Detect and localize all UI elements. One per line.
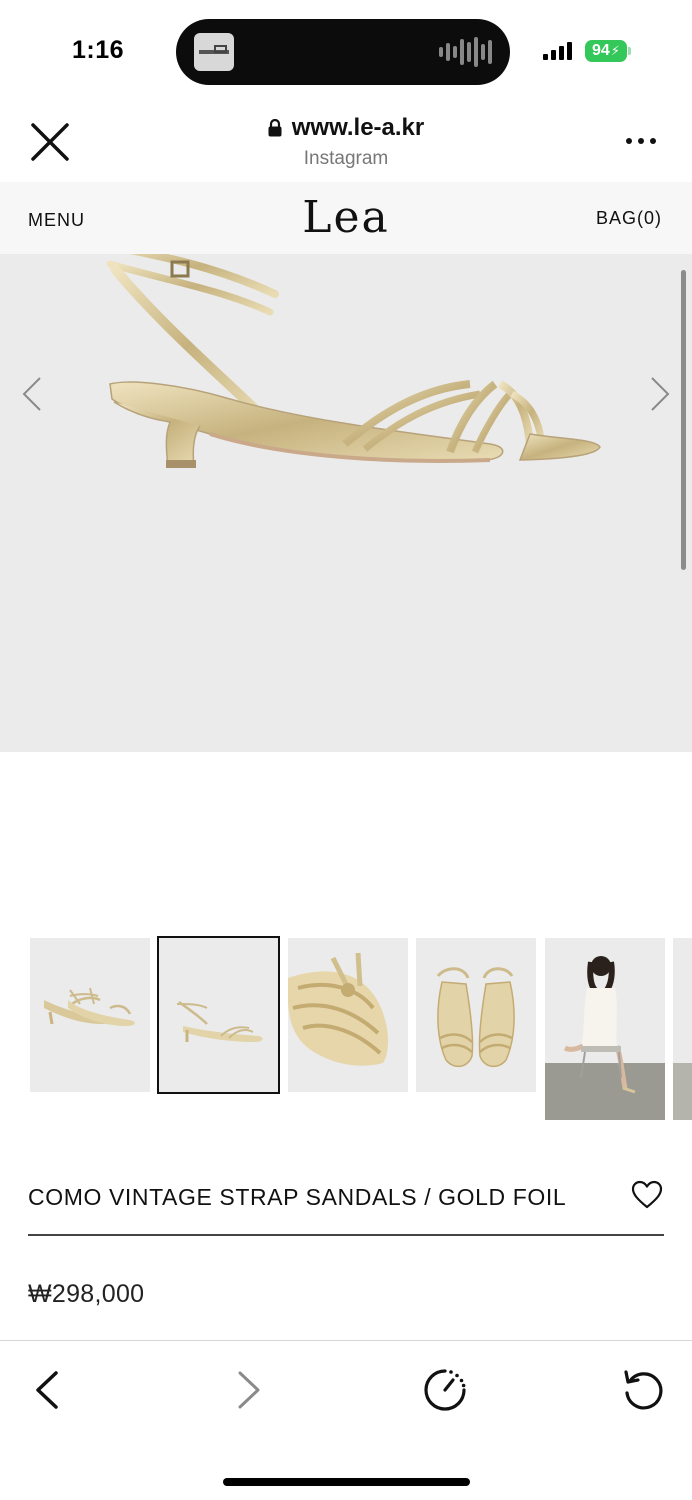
battery-level: 94 xyxy=(592,42,610,59)
site-logo[interactable]: Lea xyxy=(0,192,692,243)
browser-header: www.le-a.kr Instagram xyxy=(0,100,692,182)
now-playing-thumbnail xyxy=(194,33,234,71)
thumbnail-2[interactable] xyxy=(157,936,280,1094)
product-price: ₩298,000 xyxy=(28,1280,145,1308)
product-title: COMO VINTAGE STRAP SANDALS / GOLD FOIL xyxy=(28,1184,567,1210)
thumbnail-3[interactable] xyxy=(288,938,408,1092)
thumbnail-5[interactable] xyxy=(545,938,665,1120)
browser-toolbar xyxy=(0,1340,692,1500)
lock-icon xyxy=(268,119,282,137)
heart-icon[interactable] xyxy=(631,1180,663,1210)
bag-link[interactable]: BAG(0) xyxy=(596,208,662,229)
reload-icon[interactable] xyxy=(618,1365,668,1415)
site-navigation: MENU Lea BAG(0) xyxy=(0,182,692,254)
title-divider xyxy=(28,1234,664,1236)
chevron-right-icon[interactable] xyxy=(222,1365,272,1415)
home-indicator[interactable] xyxy=(223,1478,470,1486)
audio-wave-icon xyxy=(439,37,492,67)
more-icon[interactable] xyxy=(626,138,656,144)
battery-indicator: 94 ⚡ xyxy=(585,40,627,62)
thumbnail-strip xyxy=(0,936,692,1126)
sandal-photo xyxy=(106,254,601,468)
product-main-image[interactable] xyxy=(0,254,692,752)
previous-image-icon[interactable] xyxy=(18,374,46,414)
timer-icon[interactable] xyxy=(420,1365,470,1415)
thumbnail-1[interactable] xyxy=(30,938,150,1092)
source-app-label: Instagram xyxy=(303,148,389,169)
page-scrollbar[interactable] xyxy=(681,270,686,570)
thumbnail-6[interactable] xyxy=(673,938,692,1120)
url-text: www.le-a.kr xyxy=(291,114,425,141)
dynamic-island[interactable] xyxy=(176,19,510,85)
status-time: 1:16 xyxy=(72,36,125,64)
chevron-left-icon[interactable] xyxy=(24,1365,74,1415)
thumbnail-4[interactable] xyxy=(416,938,536,1092)
next-image-icon[interactable] xyxy=(646,374,674,414)
address-area[interactable]: www.le-a.kr Instagram xyxy=(0,114,692,170)
battery-nub xyxy=(628,47,631,55)
cellular-signal-icon xyxy=(543,42,572,60)
status-bar: 1:16 94 ⚡ xyxy=(0,0,692,100)
